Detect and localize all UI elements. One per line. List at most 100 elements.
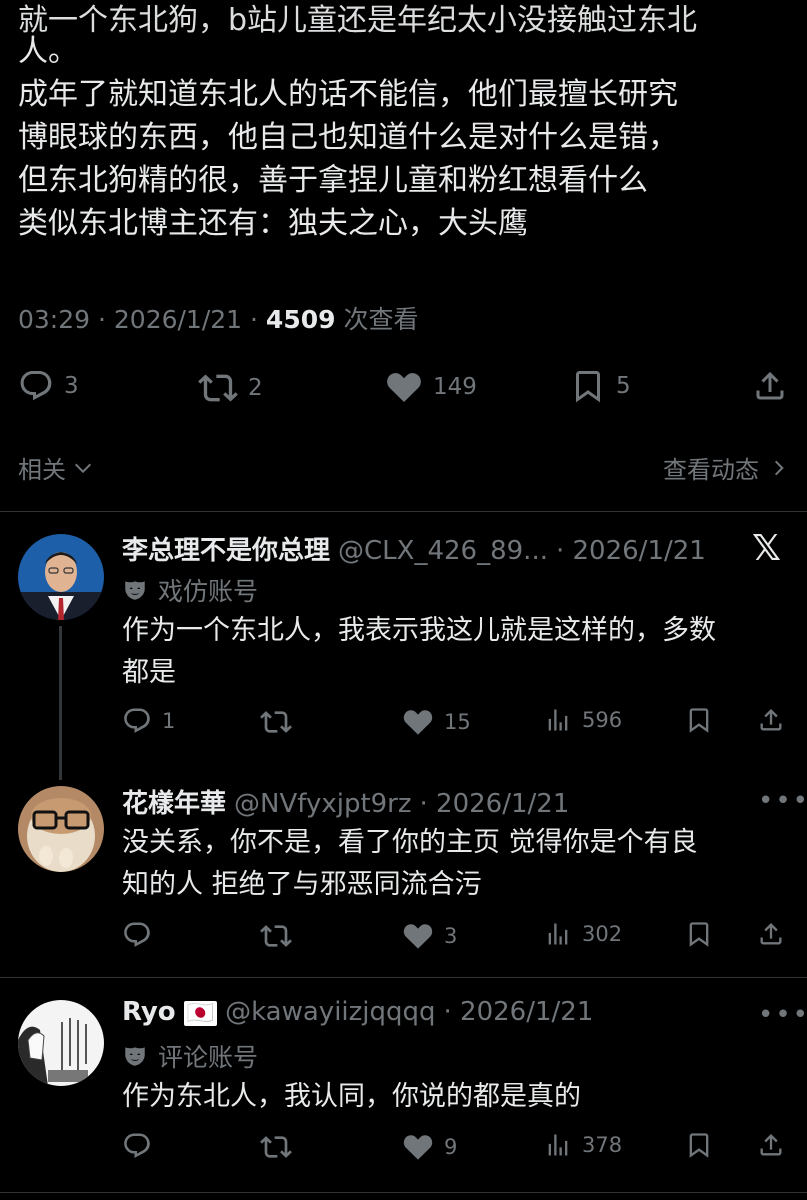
account-label-text: 戏仿账号 — [158, 577, 259, 606]
reply-actions: 3 302 — [0, 914, 807, 964]
like-count: 9 — [444, 1135, 458, 1159]
related-label: 相关 — [18, 456, 66, 484]
repost-icon — [260, 1131, 292, 1163]
reply-text-line: 作为一个东北人，我表示我这儿就是这样的，多数 — [122, 615, 716, 646]
repost-icon — [198, 368, 238, 408]
reply-icon — [122, 706, 152, 736]
tweet-text-line: 成年了就知道东北人的话不能信，他们最擅长研究 — [18, 77, 678, 112]
repost-button[interactable]: 2 — [198, 368, 263, 408]
reply-text-line: 知的人 拒绝了与邪恶同流合污 — [122, 869, 482, 900]
share-icon — [757, 706, 785, 734]
account-label: 评论账号 — [122, 1038, 258, 1074]
avatar[interactable] — [18, 1000, 104, 1086]
bookmark-count: 5 — [616, 373, 631, 399]
reply-text: 没关系，你不是，看了你的主页 觉得你是个有良 知的人 拒绝了与邪恶同流合污 — [122, 822, 782, 906]
bookmark-button[interactable] — [685, 1131, 713, 1159]
view-label: 次查看 — [335, 305, 419, 334]
divider — [0, 511, 807, 512]
more-icon[interactable]: ••• — [758, 786, 807, 816]
mask-icon — [122, 1043, 148, 1069]
reply-button[interactable]: 3 — [18, 368, 79, 404]
views-button[interactable]: 596 — [544, 706, 622, 734]
heart-icon — [402, 706, 434, 738]
reply-actions: 9 378 — [0, 1125, 807, 1175]
repost-button[interactable] — [260, 920, 292, 952]
views-icon — [544, 706, 572, 734]
reply-count: 1 — [162, 709, 176, 733]
bookmark-icon — [685, 706, 713, 734]
reply-text-line: 都是 — [122, 657, 176, 688]
username[interactable]: @CLX_426_89... — [338, 536, 548, 566]
chevron-right-icon — [774, 460, 784, 475]
like-count: 15 — [444, 710, 471, 734]
repost-button[interactable] — [260, 706, 292, 738]
bookmark-button[interactable]: 5 — [570, 368, 631, 404]
post-date: · 2026/1/21 — [443, 997, 594, 1027]
share-icon — [757, 1131, 785, 1159]
heart-icon — [385, 368, 423, 406]
reply-button[interactable] — [122, 920, 152, 950]
like-count: 149 — [433, 374, 477, 400]
views-count: 302 — [582, 922, 623, 946]
reply-text-line: 作为东北人，我认同，你说的都是真的 — [122, 1081, 581, 1112]
reply-header: Ryo 🇯🇵 @kawayiizjqqqq · 2026/1/21 — [122, 997, 593, 1027]
reply-header: 李总理不是你总理 @CLX_426_89... · 2026/1/21 — [122, 530, 706, 567]
like-button[interactable]: 3 — [402, 920, 457, 952]
heart-icon — [402, 920, 434, 952]
like-count: 3 — [444, 924, 458, 948]
tweet-text-partial-line: 就一个东北狗，b站儿童还是年纪太小没接触过东北 — [18, 3, 698, 38]
tweet-text: 就一个东北狗，b站儿童还是年纪太小没接触过东北 人。 成年了就知道东北人的话不能… — [18, 3, 788, 245]
view-activity-link[interactable]: 查看动态 — [663, 450, 789, 485]
reply-button[interactable]: 1 — [122, 706, 175, 736]
share-icon — [757, 920, 785, 948]
avatar-image — [18, 534, 104, 620]
like-button[interactable]: 9 — [402, 1131, 457, 1163]
views-button[interactable]: 378 — [544, 1131, 622, 1159]
display-name[interactable]: 花樣年華 — [122, 783, 226, 820]
tweet-text-line: 博眼球的东西，他自己也知道什么是对什么是错， — [18, 120, 678, 155]
bookmark-icon — [685, 920, 713, 948]
bookmark-button[interactable] — [685, 706, 713, 734]
reply-count: 3 — [64, 373, 79, 399]
views-button[interactable]: 302 — [544, 920, 622, 948]
views-count: 378 — [582, 1133, 623, 1157]
share-button[interactable] — [752, 368, 788, 404]
avatar-image — [18, 1000, 104, 1086]
reply-text: 作为一个东北人，我表示我这儿就是这样的，多数 都是 — [122, 610, 782, 694]
chevron-down-icon — [74, 463, 92, 473]
bookmark-icon — [570, 368, 606, 404]
username[interactable]: @kawayiizjqqqq — [225, 997, 435, 1027]
bookmark-button[interactable] — [685, 920, 713, 948]
like-button[interactable]: 149 — [385, 368, 477, 406]
tweet-meta: 03:29 · 2026/1/21 · 4509 次查看 — [18, 300, 418, 336]
display-name[interactable]: Ryo — [122, 997, 176, 1027]
tweet-text-line: 类似东北博主还有：独夫之心，大头鹰 — [18, 206, 528, 241]
reply-icon — [122, 1131, 152, 1161]
divider — [0, 977, 807, 978]
share-icon — [752, 368, 788, 404]
username[interactable]: @NVfyxjpt9rz — [234, 789, 412, 819]
reply-button[interactable] — [122, 1131, 152, 1161]
reply-icon — [18, 368, 54, 404]
share-button[interactable] — [757, 706, 785, 734]
like-button[interactable]: 15 — [402, 706, 471, 738]
activity-label: 查看动态 — [663, 456, 759, 484]
flag-badge: 🇯🇵 — [183, 1001, 218, 1026]
more-icon[interactable]: ••• — [758, 1000, 807, 1030]
avatar[interactable] — [18, 786, 104, 872]
post-date: · 2026/1/21 — [419, 789, 570, 819]
share-button[interactable] — [757, 920, 785, 948]
share-button[interactable] — [757, 1131, 785, 1159]
display-name[interactable]: 李总理不是你总理 — [122, 530, 330, 567]
repost-button[interactable] — [260, 1131, 292, 1163]
post-date: · 2026/1/21 — [555, 536, 706, 566]
avatar[interactable] — [18, 534, 104, 620]
reply-icon — [122, 920, 152, 950]
bookmark-icon — [685, 1131, 713, 1159]
views-icon — [544, 920, 572, 948]
repost-icon — [260, 706, 292, 738]
related-toggle[interactable]: 相关 — [18, 450, 94, 485]
heart-icon — [402, 1131, 434, 1163]
reply-text-line: 没关系，你不是，看了你的主页 觉得你是个有良 — [122, 827, 698, 858]
account-label: 戏仿账号 — [122, 572, 258, 608]
